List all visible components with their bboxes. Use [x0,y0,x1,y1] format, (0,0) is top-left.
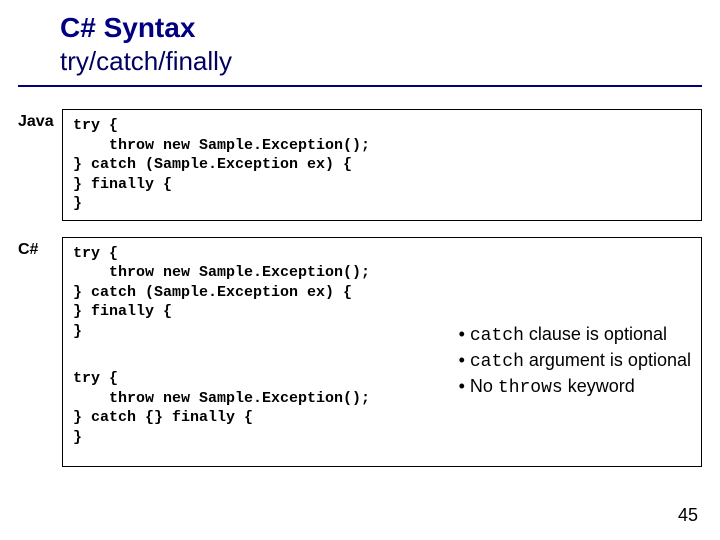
note-3: • No throws keyword [459,374,691,400]
note-1: • catch clause is optional [459,322,691,348]
content-area: Java try { throw new Sample.Exception();… [0,87,720,467]
note-2: • catch argument is optional [459,348,691,374]
java-label: Java [18,109,62,131]
csharp-label: C# [18,237,62,259]
notes-list: • catch clause is optional • catch argum… [459,322,691,401]
slide-subtitle: try/catch/finally [60,46,720,77]
page-number: 45 [678,505,698,526]
csharp-row: C# try { throw new Sample.Exception(); }… [18,237,702,467]
java-code: try { throw new Sample.Exception(); } ca… [73,116,691,214]
java-row: Java try { throw new Sample.Exception();… [18,109,702,221]
java-code-box: try { throw new Sample.Exception(); } ca… [62,109,702,221]
slide-title: C# Syntax [60,12,720,44]
csharp-code-box: try { throw new Sample.Exception(); } ca… [62,237,702,467]
